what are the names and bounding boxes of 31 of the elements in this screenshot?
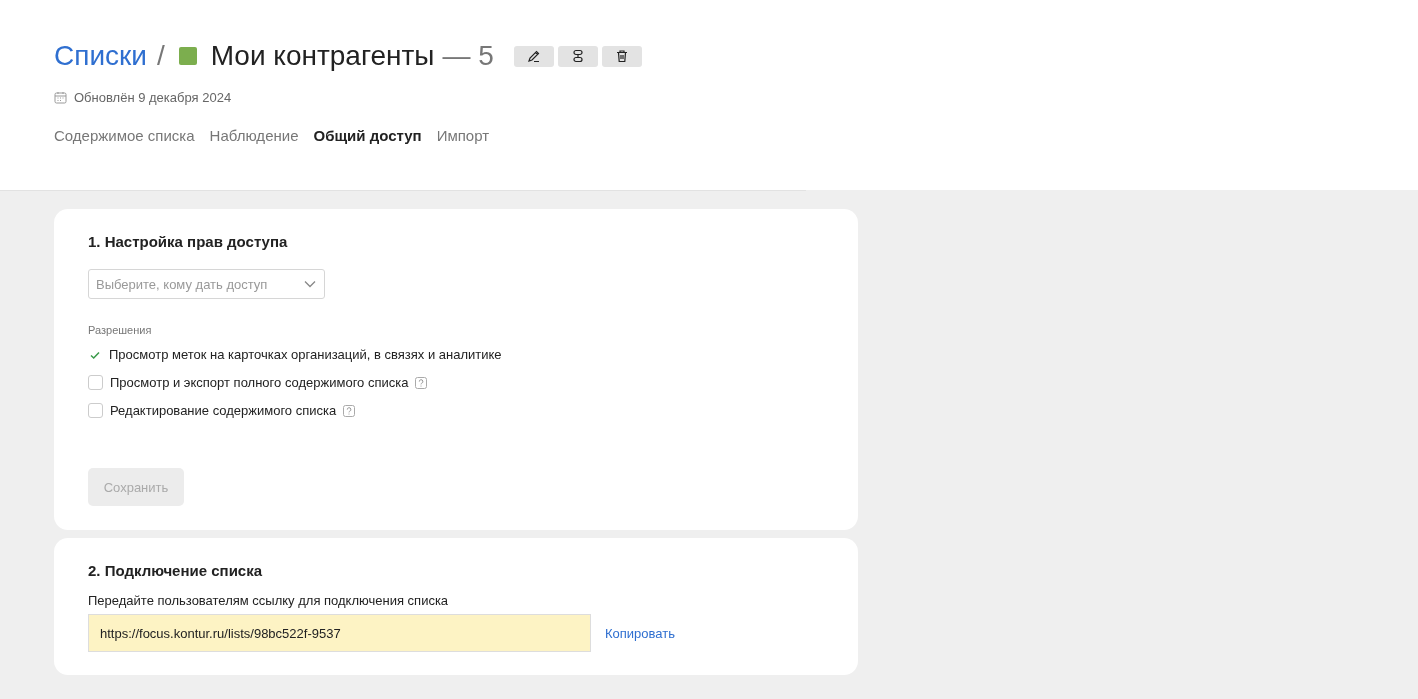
trash-icon [614,49,629,63]
merge-button[interactable] [557,45,598,67]
breadcrumb-separator: / [156,40,165,72]
tab[interactable]: Общий доступ [313,127,422,144]
list-title: Мои контрагенты [210,40,435,72]
section-title: 2. Подключение списка [88,562,264,579]
help-icon[interactable] [343,404,356,417]
delete-button[interactable] [601,45,642,67]
updated-date: Обновлён 9 декабря 2024 [74,90,232,105]
chevron-down-icon [304,280,316,288]
link-field[interactable]: https://focus.kontur.ru/lists/98bc522f-9537 [88,614,591,652]
tab[interactable]: Импорт [436,127,490,144]
list-count: — 5 [442,40,494,72]
permissions-label: Разрешения [88,324,153,336]
access-select[interactable]: Выберите, кому дать доступ [88,269,325,299]
permission-label: Редактирование содержимого списка [110,403,337,418]
checkbox[interactable] [88,375,103,390]
checkbox[interactable] [88,403,103,418]
tab[interactable]: Наблюдение [209,127,299,144]
permission-label: Просмотр меток на карточках организаций, в связях и аналитике [109,347,502,362]
section-title: 1. Настройка прав доступа [88,233,289,250]
connect-hint: Передайте пользователям ссылку для подключения списка [88,593,450,608]
copy-link[interactable]: Копировать [605,625,675,641]
lists-link[interactable]: Списки [54,40,147,72]
calendar-icon [54,91,67,104]
linked-shapes-icon [570,49,585,63]
tab[interactable]: Содержимое списка [54,127,195,144]
permission-label: Просмотр и экспорт полного содержимого списка [110,375,409,390]
edit-button[interactable] [513,45,554,67]
pencil-icon [526,49,541,63]
help-icon[interactable] [415,376,428,389]
